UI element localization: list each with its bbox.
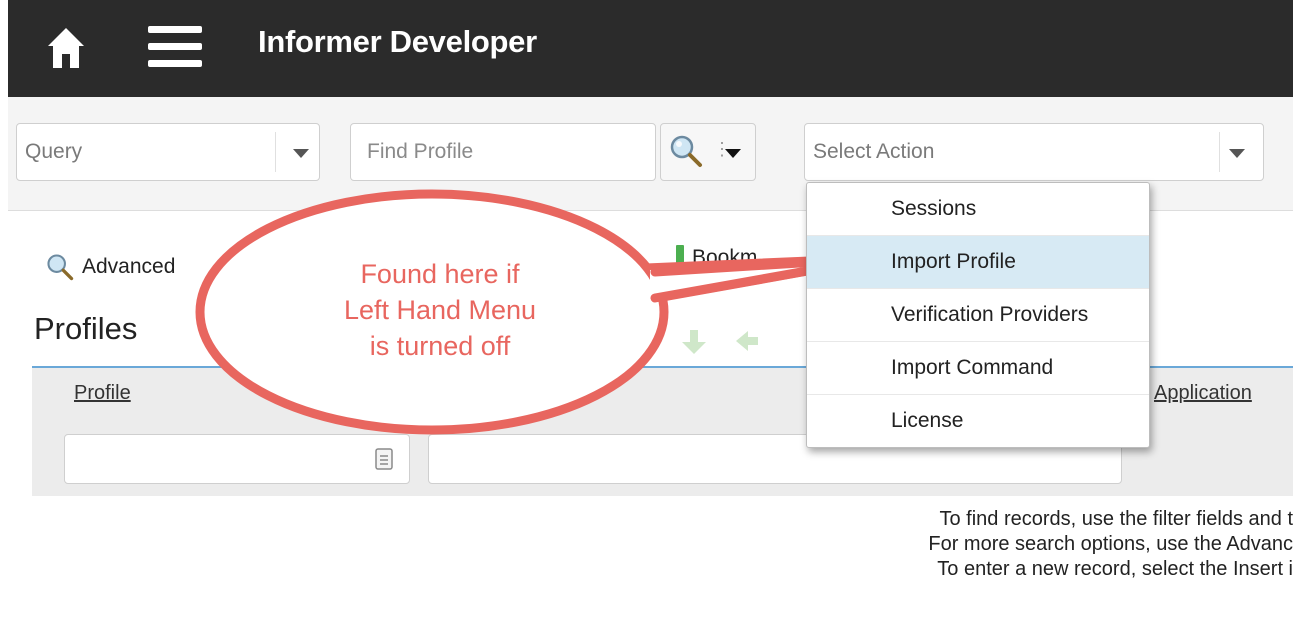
chevron-down-icon [293,149,309,158]
magnifier-icon [47,254,74,281]
page-title: Profiles [34,311,138,346]
empty-message-line: To find records, use the filter fields a… [939,508,1293,530]
find-profile-placeholder: Find Profile [367,140,474,163]
query-select-value: Query [25,140,83,163]
select-action-divider [1219,132,1220,172]
callout-line: is turned off [369,331,511,361]
query-select-divider [275,132,276,172]
nav-arrows-icon[interactable] [678,326,758,356]
menu-item-sessions[interactable]: Sessions [807,183,1149,236]
magnifier-icon [670,135,702,167]
find-profile-input[interactable]: Find Profile [350,123,656,181]
caret-down-icon [725,149,741,158]
menu-item-import-command[interactable]: Import Command [807,342,1149,395]
empty-state-message: To find records, use the filter fields a… [768,507,1293,582]
menu-item-verification-providers[interactable]: Verification Providers [807,289,1149,342]
select-action-dropdown[interactable]: Select Action [804,123,1264,181]
menu-item-import-profile[interactable]: Import Profile [807,236,1149,289]
callout-line: Left Hand Menu [343,295,537,325]
query-select[interactable]: Query [16,123,320,181]
advanced-search-label: Advanced [82,255,176,278]
bookmark-icon [676,245,684,271]
menu-item-license[interactable]: License [807,395,1149,447]
search-options-button[interactable]: ⋮ [660,123,756,181]
select-action-value: Select Action [813,140,935,163]
profile-filter-input[interactable] [64,434,410,484]
callout-text: Found here if Left Hand Menu is turned o… [290,256,590,364]
empty-message-line: For more search options, use the Advanc [928,533,1293,555]
advanced-search-link[interactable]: Advanced [46,253,175,281]
bookmarks-label: Bookm [692,246,758,269]
column-header-profile[interactable]: Profile [74,382,131,405]
action-dropdown-menu: Sessions Import Profile Verification Pro… [806,182,1150,448]
home-icon[interactable] [46,26,86,70]
callout-line: Found here if [360,259,520,289]
bookmarks-link[interactable]: Bookm [676,245,757,271]
app-title: Informer Developer [258,24,537,59]
column-header-application[interactable]: Application [1154,382,1252,405]
hamburger-menu-icon[interactable] [148,26,202,68]
top-bar: Informer Developer [8,0,1293,97]
filter-clear-icon[interactable] [375,448,393,470]
chevron-down-icon [1229,149,1245,158]
empty-message-line: To enter a new record, select the Insert… [937,558,1293,580]
